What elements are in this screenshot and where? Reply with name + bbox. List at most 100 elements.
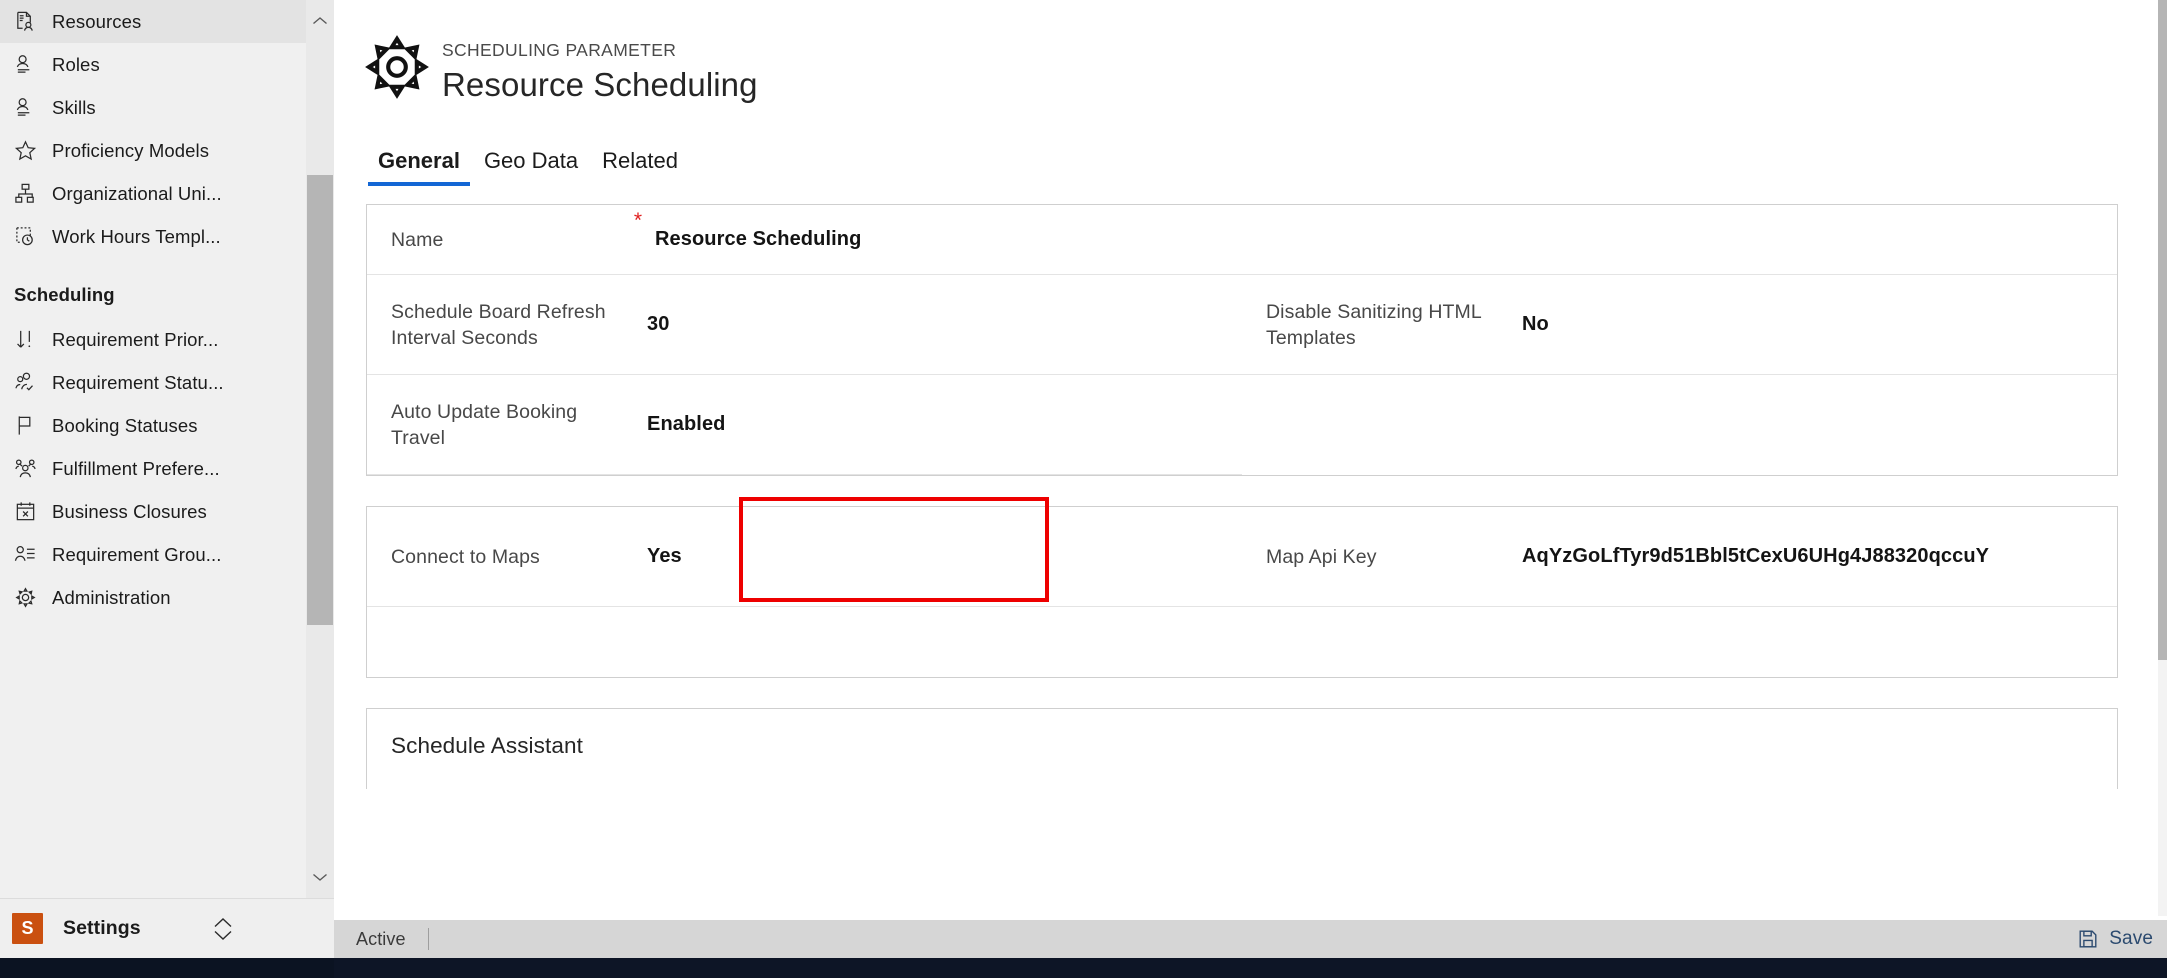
sidebar-item-administration[interactable]: Administration xyxy=(0,576,306,619)
chevron-down-icon[interactable] xyxy=(306,862,334,892)
field-disable-sanitizing-html-templates[interactable]: Disable Sanitizing HTML Templates No xyxy=(1242,275,2117,375)
field-label: Connect to Maps xyxy=(391,545,540,568)
field-name[interactable]: Name * Resource Scheduling xyxy=(367,205,1242,275)
card-columns: Name * Resource Scheduling Schedule Boar… xyxy=(367,205,2117,475)
field-map-api-key[interactable]: Map Api Key AqYzGoLfTyr9d51Bbl5tCexU6UHg… xyxy=(1242,507,2117,607)
calendar-x-icon xyxy=(14,501,44,523)
star-icon xyxy=(14,140,44,162)
application-window: Resources Roles Skills Proficiency Model… xyxy=(0,0,2167,978)
field-auto-update-booking-travel[interactable]: Auto Update Booking Travel Enabled xyxy=(367,375,1242,475)
general-settings-card: Name * Resource Scheduling Schedule Boar… xyxy=(366,204,2118,476)
sidebar-item-label: Requirement Grou... xyxy=(52,543,222,565)
sort-priority-icon xyxy=(14,329,44,351)
sidebar-item-label: Roles xyxy=(52,53,100,75)
sidebar-item-roles[interactable]: Roles xyxy=(0,43,306,86)
chevron-up-down-icon xyxy=(212,916,234,942)
field-connect-to-maps[interactable]: Connect to Maps Yes xyxy=(367,507,1242,607)
spacer-row xyxy=(1242,205,2117,275)
chevron-up-icon[interactable] xyxy=(306,6,334,36)
spacer-row xyxy=(367,607,1242,677)
form-scroll-container: SCHEDULING PARAMETER Resource Scheduling… xyxy=(334,0,2158,958)
card-left-column: Connect to Maps Yes xyxy=(367,507,1242,677)
field-label: Schedule Board Refresh Interval Seconds xyxy=(391,300,606,349)
dotted-clock-icon xyxy=(14,226,44,248)
page-header-text: SCHEDULING PARAMETER Resource Scheduling xyxy=(442,40,758,104)
sidebar-item-organizational-units[interactable]: Organizational Uni... xyxy=(0,172,306,215)
save-button-label: Save xyxy=(2109,928,2153,949)
field-label: Auto Update Booking Travel xyxy=(391,400,578,449)
person-check-icon xyxy=(14,372,44,394)
taskbar-accent xyxy=(0,958,334,978)
field-schedule-board-refresh-interval-seconds[interactable]: Schedule Board Refresh Interval Seconds … xyxy=(367,275,1242,375)
field-value: 30 xyxy=(647,313,670,335)
card-columns: Connect to Maps Yes Map Api Key AqYzGoLf… xyxy=(367,507,2117,677)
gear-icon xyxy=(14,587,44,609)
sidebar-scrollbar[interactable] xyxy=(306,0,334,898)
sidebar-item-label: Resources xyxy=(52,10,142,32)
area-switcher[interactable]: S Settings xyxy=(0,898,334,958)
sidebar-item-label: Booking Statuses xyxy=(52,414,198,436)
main-content-area: SCHEDULING PARAMETER Resource Scheduling… xyxy=(334,0,2167,958)
os-taskbar-strip xyxy=(0,958,2167,978)
tab-general[interactable]: General xyxy=(366,148,472,186)
sidebar-scrollbar-thumb[interactable] xyxy=(307,175,333,625)
sidebar-item-label: Skills xyxy=(52,96,96,118)
sidebar-item-requirement-groups[interactable]: Requirement Grou... xyxy=(0,533,306,576)
area-badge: S xyxy=(12,913,43,944)
status-divider xyxy=(427,928,429,950)
sidebar-item-label: Administration xyxy=(52,586,171,608)
field-label: Map Api Key xyxy=(1266,545,1377,568)
main-scrollbar[interactable] xyxy=(2158,0,2167,916)
field-label: Name xyxy=(391,228,444,251)
entity-type-label: SCHEDULING PARAMETER xyxy=(442,40,677,60)
field-value: AqYzGoLfTyr9d51Bbl5tCexU6UHg4J88320qccuY xyxy=(1522,545,1990,567)
person-list-icon xyxy=(14,544,44,566)
field-label: Disable Sanitizing HTML Templates xyxy=(1266,300,1482,349)
sidebar-item-work-hours-templates[interactable]: Work Hours Templ... xyxy=(0,215,306,258)
area-switcher-label: Settings xyxy=(63,917,141,939)
sidebar-item-label: Fulfillment Prefere... xyxy=(52,457,220,479)
sidebar-item-booking-statuses[interactable]: Booking Statuses xyxy=(0,404,306,447)
card-right-column: Map Api Key AqYzGoLfTyr9d51Bbl5tCexU6UHg… xyxy=(1242,507,2117,677)
sidebar-item-label: Organizational Uni... xyxy=(52,182,222,204)
field-value: Enabled xyxy=(647,413,726,435)
sidebar-item-fulfillment-preferences[interactable]: Fulfillment Prefere... xyxy=(0,447,306,490)
section-title: Schedule Assistant xyxy=(391,733,583,758)
sidebar-item-proficiency-models[interactable]: Proficiency Models xyxy=(0,129,306,172)
card-right-column: Disable Sanitizing HTML Templates No xyxy=(1242,205,2117,475)
sidebar-scroll-area: Resources Roles Skills Proficiency Model… xyxy=(0,0,306,898)
sidebar-item-label: Requirement Statu... xyxy=(52,371,224,393)
sidebar-group-title-scheduling: Scheduling xyxy=(14,284,115,305)
spacer-row xyxy=(1242,607,2117,677)
sidebar-item-business-closures[interactable]: Business Closures xyxy=(0,490,306,533)
required-marker: * xyxy=(633,209,643,232)
field-value: Resource Scheduling xyxy=(655,228,862,250)
sidebar-item-label: Business Closures xyxy=(52,500,207,522)
person-card-icon xyxy=(14,54,44,76)
sidebar-item-skills[interactable]: Skills xyxy=(0,86,306,129)
sidebar-item-requirement-statuses[interactable]: Requirement Statu... xyxy=(0,361,306,404)
save-button[interactable]: Save xyxy=(2069,924,2161,954)
card-left-column: Name * Resource Scheduling Schedule Boar… xyxy=(367,205,1242,475)
sidebar-item-requirement-priorities[interactable]: Requirement Prior... xyxy=(0,318,306,361)
resource-document-person-icon xyxy=(14,11,44,33)
spacer-row xyxy=(1242,375,2117,475)
tab-related[interactable]: Related xyxy=(590,148,690,186)
maps-settings-card: Connect to Maps Yes Map Api Key AqYzGoLf… xyxy=(366,506,2118,678)
page-title: Resource Scheduling xyxy=(442,66,758,103)
form-status-bar: Active Save xyxy=(334,920,2167,958)
gear-icon xyxy=(364,34,430,100)
floppy-save-icon xyxy=(2077,928,2099,950)
flag-icon xyxy=(14,415,44,437)
main-scrollbar-thumb[interactable] xyxy=(2158,0,2167,660)
form-cards: Name * Resource Scheduling Schedule Boar… xyxy=(334,186,2158,789)
sidebar-item-resources[interactable]: Resources xyxy=(0,0,306,43)
sidebar-item-label: Requirement Prior... xyxy=(52,328,219,350)
page-header: SCHEDULING PARAMETER Resource Scheduling xyxy=(334,0,2158,130)
record-status: Active xyxy=(356,928,406,949)
tab-geo-data[interactable]: Geo Data xyxy=(472,148,590,186)
field-value: Yes xyxy=(647,545,682,567)
org-hierarchy-icon xyxy=(14,183,44,205)
person-card-icon xyxy=(14,97,44,119)
